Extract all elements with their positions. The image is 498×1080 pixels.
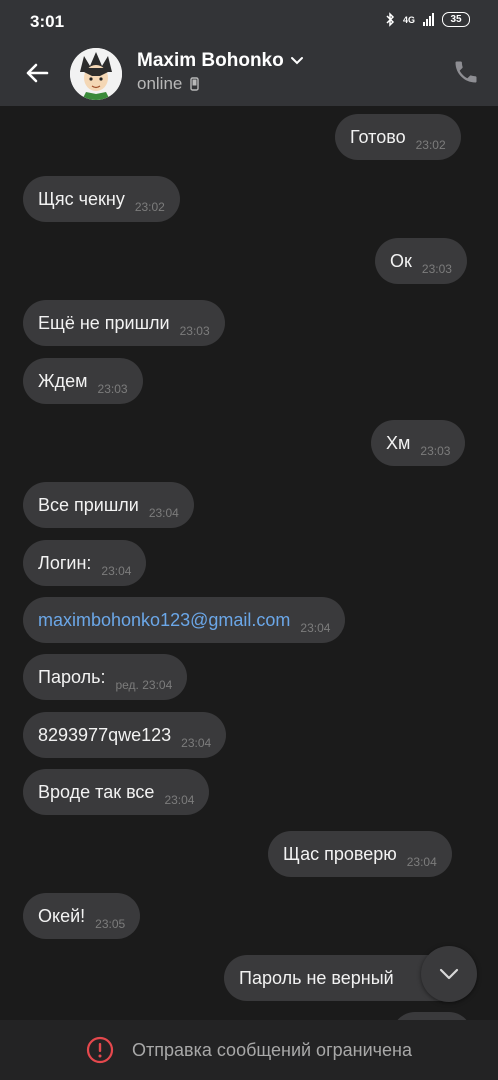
message-bubble-incoming[interactable]: Ждем 23:03 [23, 358, 143, 404]
message-list[interactable]: Готово 23:02 Щяс чекну 23:02 Ок 23:03 Ещ… [0, 106, 498, 1020]
status-time: 3:01 [30, 12, 65, 31]
avatar[interactable] [70, 48, 122, 100]
message-time: 23:05 [95, 917, 126, 931]
message-bubble-outgoing[interactable]: Готово 23:02 [335, 114, 461, 160]
message-text: Пароль: [38, 666, 106, 687]
message-text: Щяс чекну [38, 188, 125, 209]
message-text: Ок [390, 250, 412, 271]
message-time: 23:04 [148, 506, 179, 520]
chat-header: Maxim Bohonko online [0, 44, 498, 106]
phone-icon[interactable] [452, 58, 480, 86]
message-bubble-outgoing[interactable]: Ок 23:03 [375, 238, 467, 284]
message-text: Окей! [38, 905, 86, 926]
message-text: Ждем [38, 370, 88, 391]
message-text: Ещё не пришли [38, 312, 170, 333]
chevron-down-icon [439, 968, 459, 980]
status-text: online [137, 74, 183, 93]
message-bubble-incoming[interactable]: maximbohonko123@gmail.com 23:04 [23, 597, 346, 643]
email-link[interactable]: maximbohonko123@gmail.com [38, 610, 290, 631]
message-bubble-incoming[interactable]: Логин: 23:04 [23, 540, 147, 586]
message-time: 23:03 [179, 324, 210, 338]
message-bubble-incoming[interactable]: Пароль: ред. 23:04 [23, 654, 188, 700]
message-bubble-outgoing[interactable]: Щас проверю 23:04 [268, 831, 452, 877]
network-type: 4G [402, 14, 415, 25]
message-text: 8293977qwe123 [38, 724, 172, 745]
message-bubble-incoming[interactable]: Вроде так все 23:04 [23, 769, 210, 815]
message-time: 23:03 [97, 382, 128, 396]
message-time: 23:04 [300, 621, 331, 635]
message-bubble-incoming[interactable]: Ещё не пришли 23:03 [23, 300, 225, 346]
restriction-text: Отправка сообщений ограничена [132, 1039, 412, 1060]
message-time: 23:03 [420, 444, 451, 458]
message-time: 23:04 [101, 564, 132, 578]
message-time: 23:04 [164, 793, 195, 807]
message-bubble-incoming[interactable]: 8293977qwe123 23:04 [23, 712, 227, 758]
message-bubble-incoming[interactable]: Все пришли 23:04 [23, 482, 194, 528]
chevron-down-icon[interactable] [290, 56, 304, 66]
message-bubble-outgoing[interactable]: Хм 23:03 [371, 420, 466, 466]
mobile-icon [190, 77, 200, 91]
message-text: Щас проверю [283, 843, 397, 864]
contact-name[interactable]: Maxim Bohonko [137, 50, 284, 72]
battery-icon: 35 [442, 12, 470, 27]
message-text: Хм [386, 432, 411, 453]
bluetooth-icon [386, 12, 395, 27]
message-bubble-incoming[interactable]: Щяс чекну 23:02 [23, 176, 180, 222]
message-time: 23:02 [415, 138, 446, 152]
scroll-down-button[interactable] [421, 946, 477, 1002]
contact-status: online [137, 74, 200, 94]
message-time: 23:04 [181, 736, 212, 750]
message-text: Вроде так все [38, 781, 155, 802]
status-bar: 3:01 4G 35 [0, 0, 498, 44]
message-text: Готово [350, 126, 406, 147]
restriction-banner: Отправка сообщений ограничена [0, 1020, 498, 1080]
message-time: 23:02 [134, 200, 165, 214]
signal-icon [423, 13, 434, 26]
message-bubble-outgoing[interactable] [392, 1012, 472, 1020]
status-icons: 4G 35 [385, 12, 470, 27]
message-text: Пароль не верный [239, 967, 394, 988]
message-time: ред. 23:04 [115, 678, 173, 692]
message-time: 23:04 [406, 855, 437, 869]
message-bubble-incoming[interactable]: Окей! 23:05 [23, 893, 141, 939]
message-text: Все пришли [38, 494, 139, 515]
message-text: Логин: [38, 552, 92, 573]
arrow-left-icon[interactable] [20, 56, 54, 90]
alert-circle-icon [86, 1036, 114, 1064]
message-time: 23:03 [421, 262, 452, 276]
